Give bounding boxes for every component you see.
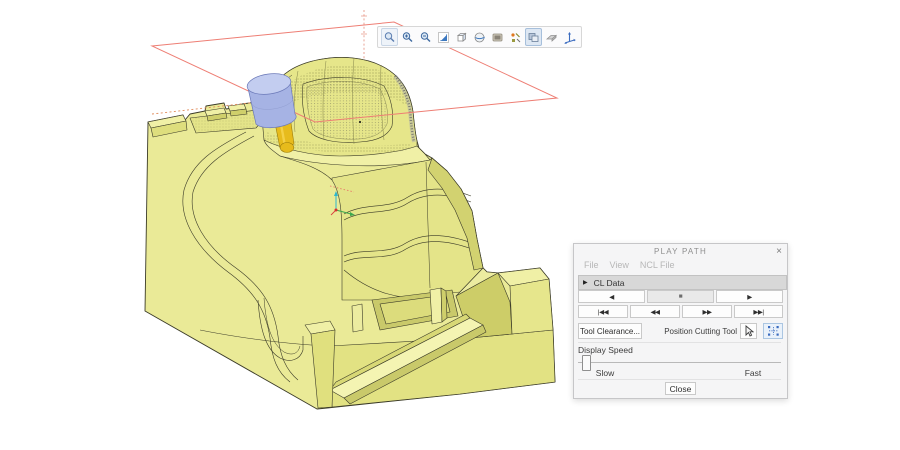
spin-center-icon[interactable] (561, 28, 578, 46)
zoom-tool-icon[interactable] (381, 28, 398, 46)
step-forward-button[interactable]: ▶▶ (682, 305, 732, 318)
dialog-menubar: File View NCL File (584, 260, 675, 270)
menu-ncl-file[interactable]: NCL File (640, 260, 675, 270)
cursor-arrow-icon (744, 325, 754, 337)
close-button[interactable]: Close (665, 382, 696, 395)
play-forward-button[interactable]: ▶ (716, 290, 783, 303)
step-backward-icon: ◀◀ (651, 308, 660, 316)
saved-orientations-icon[interactable] (471, 28, 488, 46)
step-forward-icon: ▶▶ (703, 308, 712, 316)
application-window: PLAY PATH × File View NCL File ▶ CL Data… (0, 0, 900, 450)
dialog-title: PLAY PATH (574, 244, 787, 258)
stop-button[interactable]: ■ (647, 290, 714, 303)
position-cutting-tool-button[interactable] (740, 323, 757, 339)
step-backward-button[interactable]: ◀◀ (630, 305, 680, 318)
play-backward-icon: ◀ (609, 293, 614, 301)
close-icon[interactable]: × (776, 245, 782, 258)
play-forward-icon: ▶ (747, 293, 752, 301)
display-speed-slider-track[interactable] (578, 362, 781, 363)
menu-file[interactable]: File (584, 260, 599, 270)
zoom-out-icon[interactable] (417, 28, 434, 46)
cl-point-display-button[interactable] (763, 323, 783, 339)
display-style-icon[interactable] (489, 28, 506, 46)
separator (578, 379, 781, 380)
go-to-end-icon: ▶▶| (753, 308, 763, 316)
play-backward-button[interactable]: ◀ (578, 290, 645, 303)
annotation-display-icon[interactable] (543, 28, 560, 46)
go-to-start-icon: |◀◀ (598, 308, 608, 316)
menu-view[interactable]: View (610, 260, 629, 270)
mold-model[interactable] (145, 58, 555, 409)
datum-display-filters-icon[interactable] (507, 28, 524, 46)
go-to-start-button[interactable]: |◀◀ (578, 305, 628, 318)
separator (578, 342, 781, 343)
view-manager-icon[interactable] (525, 28, 542, 46)
position-cutting-tool-label: Position Cutting Tool (644, 327, 737, 336)
play-path-dialog: PLAY PATH × File View NCL File ▶ CL Data… (573, 243, 788, 399)
zoom-in-icon[interactable] (399, 28, 416, 46)
named-views-icon[interactable] (453, 28, 470, 46)
stop-icon: ■ (679, 293, 682, 300)
graphics-toolbar (377, 26, 582, 48)
go-to-end-button[interactable]: ▶▶| (734, 305, 783, 318)
tool-clearance-button[interactable]: Tool Clearance... (578, 323, 642, 339)
cl-points-icon (767, 325, 780, 337)
expander-triangle-icon: ▶ (583, 279, 588, 286)
display-speed-label: Display Speed (578, 345, 633, 355)
refit-icon[interactable] (435, 28, 452, 46)
fast-label: Fast (738, 368, 768, 378)
slow-label: Slow (590, 368, 620, 378)
cl-data-expander[interactable]: ▶ CL Data (578, 275, 787, 290)
cl-data-label: CL Data (594, 278, 625, 288)
